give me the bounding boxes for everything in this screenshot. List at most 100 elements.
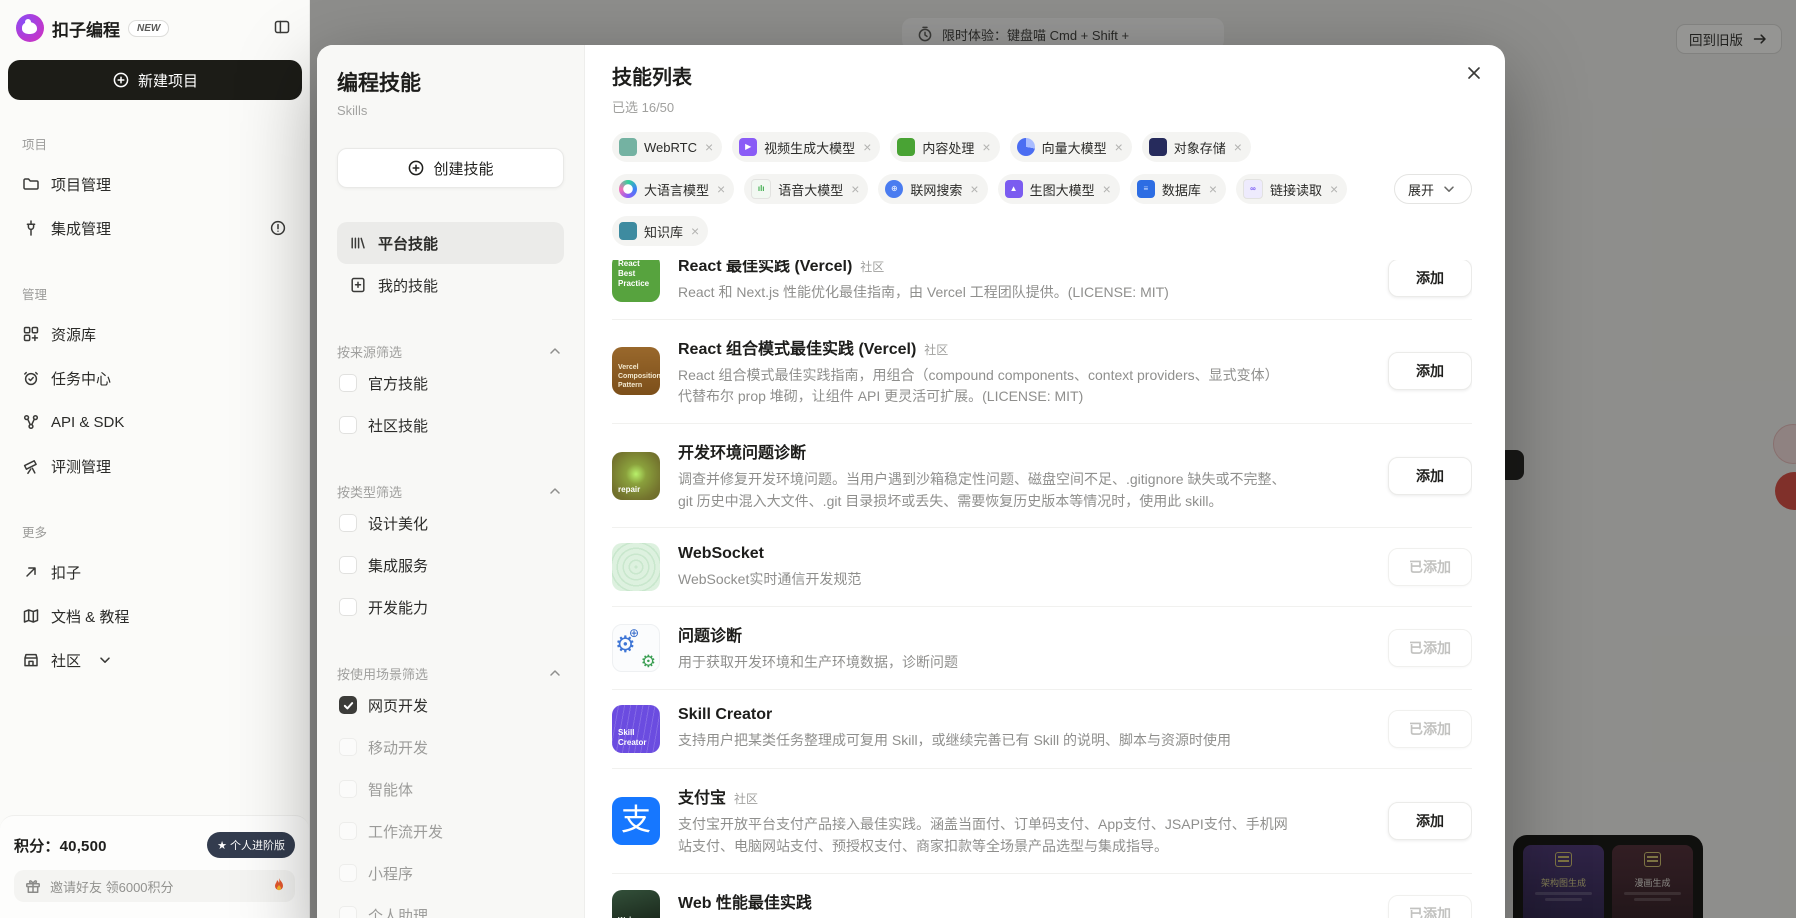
checkbox[interactable] [339,780,357,798]
remove-tag-icon[interactable]: × [705,140,713,154]
checkbox[interactable] [339,556,357,574]
checkbox[interactable] [339,416,357,434]
sidebar-item-任务中心[interactable]: 任务中心 [12,356,297,400]
filter-option-移动开发[interactable]: 移动开发 [337,726,564,768]
checkbox[interactable] [339,514,357,532]
tag-chip-知识库[interactable]: 知识库 × [612,216,708,246]
store-icon [22,651,40,669]
tag-label: 生图大模型 [1030,180,1095,199]
filter-group-title-text: 按使用场景筛选 [337,664,428,683]
tag-chip-内容处理[interactable]: 内容处理× [890,132,999,162]
tag-chip-联网搜索[interactable]: ⊕联网搜索× [878,174,987,204]
add-button[interactable]: 添加 [1388,802,1472,840]
screen: 扣子编程 NEW 新建项目 项目项目管理集成管理管理资源库任务中心API & S… [0,0,1796,918]
filter-option-个人助理[interactable]: 个人助理 [337,894,564,918]
add-button[interactable]: 添加 [1388,352,1472,390]
filter-option-集成服务[interactable]: 集成服务 [337,544,564,586]
tag-chip-生图大模型[interactable]: ▲生图大模型× [998,174,1120,204]
tag-icon [1017,138,1035,156]
expand-label: 展开 [1408,180,1434,199]
tag-icon [897,138,915,156]
sidebar-item-评测管理[interactable]: 评测管理 [12,444,297,488]
filter-option-智能体[interactable]: 智能体 [337,768,564,810]
checkbox[interactable] [339,374,357,392]
checkbox[interactable] [339,598,357,616]
tag-label: 视频生成大模型 [764,138,855,157]
tag-chip-语音大模型[interactable]: ılı语音大模型× [744,174,868,204]
remove-tag-icon[interactable]: × [717,182,725,196]
selected-count: 已选 16/50 [612,97,1472,116]
skill-action: 已添加 [1388,895,1472,918]
remove-tag-icon[interactable]: × [1330,182,1338,196]
new-project-button[interactable]: 新建项目 [8,60,302,100]
added-button[interactable]: 已添加 [1388,548,1472,586]
sidebar-item-API & SDK[interactable]: API & SDK [12,400,297,444]
filter-option-网页开发[interactable]: 网页开发 [337,684,564,726]
filter-option-label: 网页开发 [368,695,428,716]
sidebar-item-项目管理[interactable]: 项目管理 [12,162,297,206]
filter-option-社区技能[interactable]: 社区技能 [337,404,564,446]
create-skill-button[interactable]: 创建技能 [337,148,564,188]
sidebar-item-label: 资源库 [51,324,96,345]
sidebar-header: 扣子编程 NEW [0,0,309,42]
sidebar-item-label: 社区 [51,650,81,671]
added-button[interactable]: 已添加 [1388,895,1472,918]
checkbox[interactable] [339,864,357,882]
added-button[interactable]: 已添加 [1388,710,1472,748]
chevron-down-icon [1440,180,1458,198]
tag-chip-向量大模型[interactable]: 向量大模型× [1010,132,1132,162]
tag-icon: ▶ [739,138,757,156]
tag-chip-数据库[interactable]: ≡数据库× [1130,174,1226,204]
skill-icon [612,543,660,591]
skill-action: 已添加 [1388,629,1472,667]
filter-option-官方技能[interactable]: 官方技能 [337,362,564,404]
tag-chip-对象存储[interactable]: 对象存储× [1142,132,1251,162]
remove-tag-icon[interactable]: × [1115,140,1123,154]
tag-chip-WebRTC[interactable]: WebRTC× [612,132,722,162]
expand-tags-button[interactable]: 展开 [1394,174,1472,204]
remove-tag-icon[interactable]: × [851,182,859,196]
sidebar-item-资源库[interactable]: 资源库 [12,312,297,356]
skill-action: 添加 [1388,352,1472,390]
remove-tag-icon[interactable]: × [1234,140,1242,154]
remove-tag-icon[interactable]: × [691,224,699,238]
remove-tag-icon[interactable]: × [1103,182,1111,196]
tag-chip-链接读取[interactable]: ∞链接读取× [1236,174,1347,204]
add-button[interactable]: 添加 [1388,260,1472,297]
filter-option-开发能力[interactable]: 开发能力 [337,586,564,628]
tab-平台技能[interactable]: 平台技能 [337,222,564,264]
skill-action: 添加 [1388,457,1472,495]
sidebar-collapse-icon[interactable] [271,16,293,41]
sidebar-item-社区[interactable]: 社区 [12,638,297,682]
remove-tag-icon[interactable]: × [970,182,978,196]
tag-icon: ⊕ [885,180,903,198]
close-icon[interactable] [1461,61,1487,87]
sidebar-item-文档 & 教程[interactable]: 文档 & 教程 [12,594,297,638]
tag-icon [619,222,637,240]
skill-description: React 和 Next.js 性能优化最佳指南，由 Vercel 工程团队提供… [678,282,1290,304]
skill-list: ReactBestPracticeReact 最佳实践 (Vercel)社区Re… [612,260,1472,918]
panel-toggle-icon [273,18,291,36]
remove-tag-icon[interactable]: × [1209,182,1217,196]
remove-tag-icon[interactable]: × [863,140,871,154]
invite-banner[interactable]: 邀请好友 领6000积分 [14,870,295,902]
filter-option-设计美化[interactable]: 设计美化 [337,502,564,544]
tag-chip-视频生成大模型[interactable]: ▶ 视频生成大模型 × [732,132,880,162]
new-badge: NEW [128,20,169,37]
skills-filter-panel: 编程技能 Skills 创建技能 平台技能我的技能 按来源筛选官方技能社区技能按… [317,45,585,918]
tag-chip-大语言模型[interactable]: 大语言模型× [612,174,734,204]
filter-option-工作流开发[interactable]: 工作流开发 [337,810,564,852]
plan-badge[interactable]: ★ 个人进阶版 [207,832,295,858]
checkbox[interactable] [339,906,357,918]
added-button[interactable]: 已添加 [1388,629,1472,667]
sidebar-item-扣子[interactable]: 扣子 [12,550,297,594]
tab-我的技能[interactable]: 我的技能 [337,264,564,306]
checkbox-checked[interactable] [339,696,357,714]
add-button[interactable]: 添加 [1388,457,1472,495]
filter-option-小程序[interactable]: 小程序 [337,852,564,894]
checkbox[interactable] [339,822,357,840]
checkbox[interactable] [339,738,357,756]
sidebar-item-集成管理[interactable]: 集成管理 [12,206,297,250]
remove-tag-icon[interactable]: × [982,140,990,154]
tag-label: 知识库 [644,222,683,241]
